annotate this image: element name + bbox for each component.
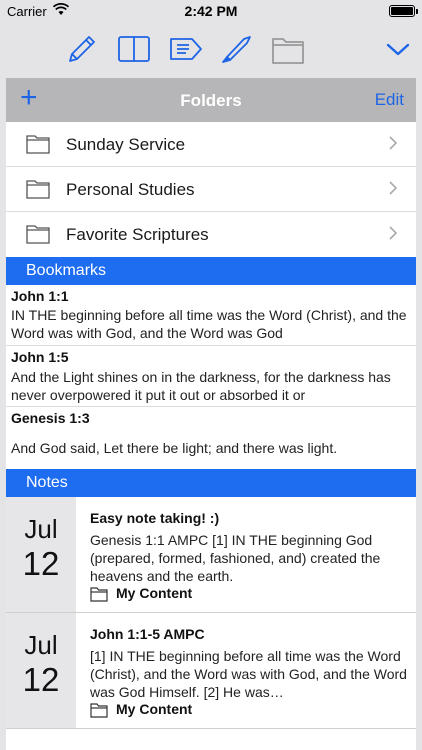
note-folder-label: My Content <box>116 585 193 601</box>
notes-title: Notes <box>26 474 68 491</box>
content-card: + Folders Edit Sunday Service Personal S… <box>6 78 416 750</box>
tag-icon[interactable] <box>168 31 204 67</box>
note-folder-label: My Content <box>116 701 193 717</box>
folder-label: Personal Studies <box>66 180 195 199</box>
folder-label: Favorite Scriptures <box>66 225 209 244</box>
note-day: 12 <box>22 545 60 582</box>
bookmarks-header: Bookmarks <box>6 257 416 285</box>
highlighter-icon[interactable] <box>218 31 254 67</box>
note-date: Jul 12 <box>6 497 76 612</box>
note-body: [1] IN THE beginning before all time was… <box>90 648 407 700</box>
chevron-right-icon <box>389 226 398 240</box>
status-bar: Carrier 2:42 PM <box>0 0 422 22</box>
book-icon[interactable] <box>116 31 152 67</box>
note-date: Jul 12 <box>6 613 76 728</box>
chevron-down-icon[interactable] <box>380 31 416 67</box>
note-item[interactable]: Jul 12 Easy note taking! :) Genesis 1:1 … <box>6 497 416 613</box>
bookmark-item[interactable]: John 1:1 IN THE beginning before all tim… <box>6 285 416 346</box>
chevron-right-icon <box>389 181 398 195</box>
bookmark-text: And God said, Let there be light; and th… <box>11 440 338 456</box>
folder-icon <box>26 225 50 244</box>
note-title: John 1:1-5 AMPC <box>90 626 205 642</box>
bookmark-item[interactable]: Genesis 1:3 And God said, Let there be l… <box>6 407 416 467</box>
note-month: Jul <box>24 514 58 544</box>
clock-label: 2:42 PM <box>184 3 238 19</box>
folder-icon[interactable] <box>270 31 306 67</box>
edit-button[interactable]: Edit <box>375 90 404 110</box>
note-body: Genesis 1:1 AMPC [1] IN THE beginning Go… <box>90 532 381 584</box>
bookmarks-title: Bookmarks <box>26 262 107 279</box>
bookmark-text: And the Light shines on in the darkness,… <box>11 369 391 403</box>
bookmark-ref: John 1:1 <box>11 288 69 304</box>
folder-label: Sunday Service <box>66 135 186 154</box>
folder-icon <box>26 135 50 154</box>
folder-row-sunday-service[interactable]: Sunday Service <box>6 122 416 167</box>
notes-header: Notes <box>6 469 416 497</box>
folders-header: + Folders Edit <box>6 78 416 122</box>
folders-title: Folders <box>180 91 242 110</box>
folder-icon <box>90 703 108 718</box>
note-day: 12 <box>22 661 60 698</box>
note-title: Easy note taking! :) <box>90 510 220 526</box>
folder-icon <box>90 587 108 602</box>
bookmark-ref: Genesis 1:3 <box>11 410 90 426</box>
pencil-icon[interactable] <box>64 31 100 67</box>
chevron-right-icon <box>389 136 398 150</box>
folder-row-personal-studies[interactable]: Personal Studies <box>6 167 416 212</box>
bookmark-ref: John 1:5 <box>11 349 69 365</box>
bookmark-text: IN THE beginning before all time was the… <box>11 307 407 341</box>
bookmark-item[interactable]: John 1:5 And the Light shines on in the … <box>6 346 416 407</box>
battery-icon <box>389 5 418 17</box>
toolbar <box>0 22 422 78</box>
note-item[interactable]: Jul 12 John 1:1-5 AMPC [1] IN THE beginn… <box>6 613 416 729</box>
note-month: Jul <box>24 630 58 660</box>
folder-row-favorite-scriptures[interactable]: Favorite Scriptures <box>6 212 416 257</box>
folder-icon <box>26 180 50 199</box>
